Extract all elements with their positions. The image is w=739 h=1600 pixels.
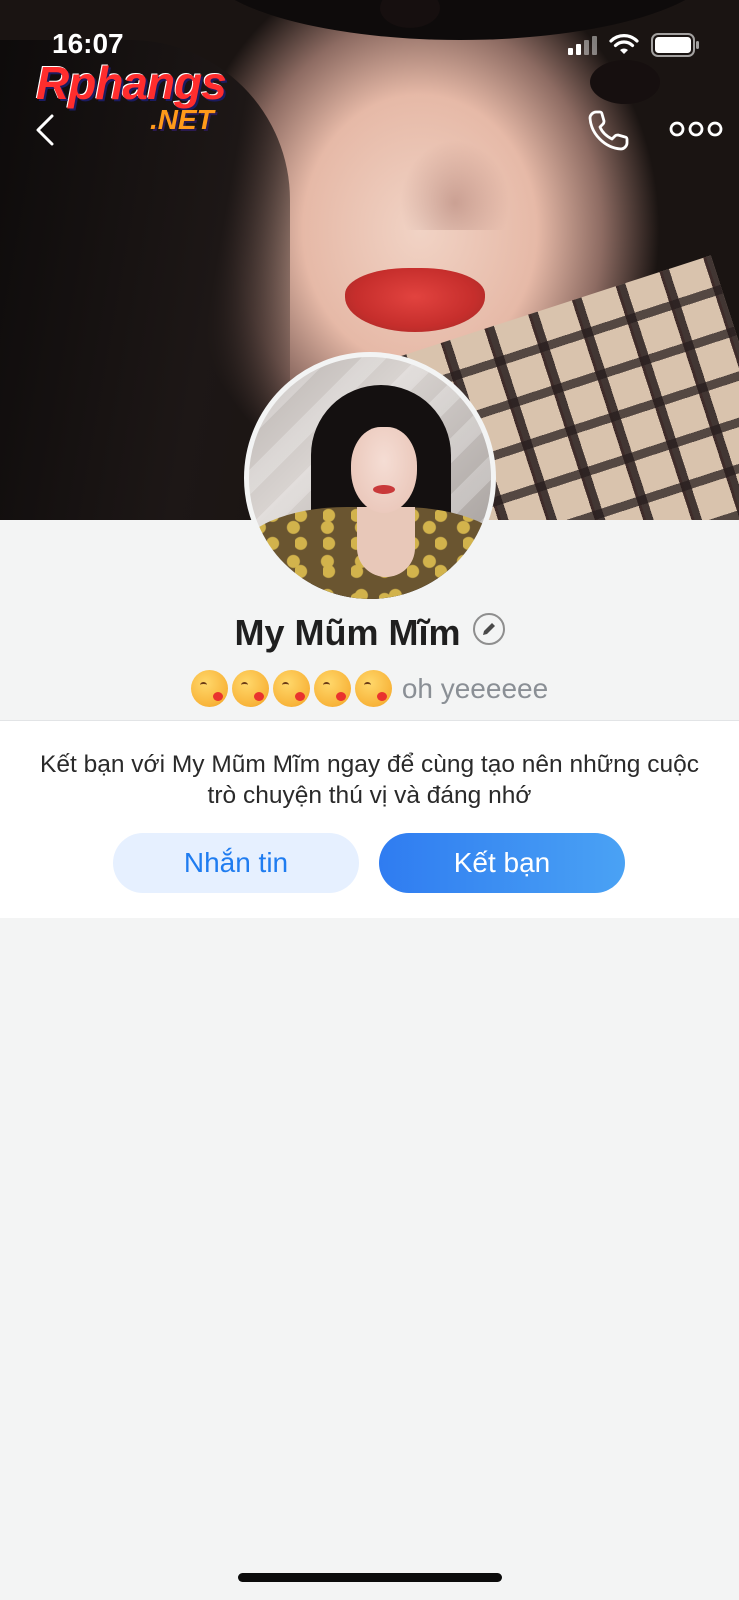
chevron-left-icon (36, 114, 54, 146)
cellular-signal-icon (568, 35, 597, 55)
kissing-heart-emoji (190, 670, 228, 707)
status-text: oh yeeeeee (401, 672, 549, 704)
profile-avatar[interactable] (244, 352, 496, 604)
battery-icon (651, 33, 699, 57)
kissing-heart-emoji (313, 670, 351, 707)
profile-screen: 16:07 Rphangs .NET My Mũm Mĩm oh yeeeeee… (0, 0, 739, 1600)
add-friend-button[interactable]: Kết bạn (379, 833, 625, 893)
wifi-icon (609, 34, 639, 54)
phone-icon (588, 110, 629, 151)
home-indicator[interactable] (238, 1573, 502, 1582)
kissing-heart-emoji (231, 670, 269, 707)
kissing-heart-emoji (272, 670, 310, 707)
pencil-icon (482, 623, 495, 635)
status-icons (568, 33, 701, 57)
profile-name-row: My Mũm Mĩm (0, 612, 739, 654)
kissing-heart-emoji (354, 670, 392, 707)
friend-invite-panel: Kết bạn với My Mũm Mĩm ngay để cùng tạo … (0, 721, 739, 918)
more-horizontal-icon (669, 121, 723, 137)
more-options-button[interactable] (668, 114, 724, 144)
profile-name: My Mũm Mĩm (234, 612, 461, 653)
watermark-logo: Rphangs .NET (36, 57, 227, 135)
back-button[interactable] (28, 108, 68, 152)
profile-status: oh yeeeeee (0, 670, 739, 707)
status-emojis (190, 670, 392, 707)
message-button[interactable]: Nhắn tin (113, 833, 359, 893)
edit-name-button[interactable] (472, 613, 505, 645)
call-button[interactable] (585, 108, 631, 154)
invite-message: Kết bạn với My Mũm Mĩm ngay để cùng tạo … (40, 751, 699, 809)
